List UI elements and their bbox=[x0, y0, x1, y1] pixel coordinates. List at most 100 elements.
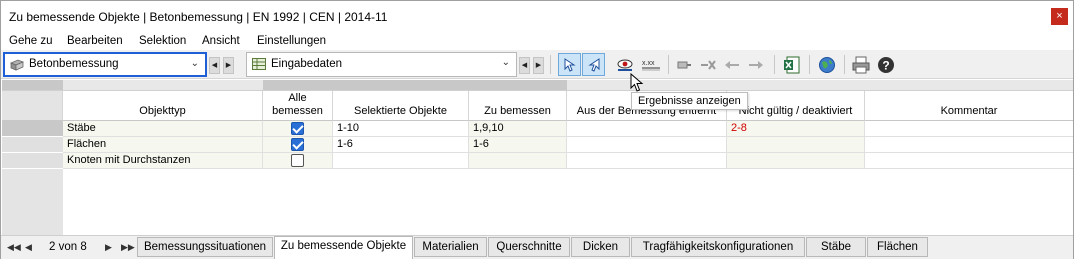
cell-aus-bemessung-entfernt bbox=[567, 121, 727, 137]
mouse-cursor-icon bbox=[630, 73, 644, 92]
tooltip: Ergebnisse anzeigen bbox=[631, 92, 748, 110]
cell-nicht-gueltig: 2-8 bbox=[727, 121, 865, 137]
col-objekttyp: Objekttyp bbox=[63, 91, 263, 121]
tab-materialien[interactable]: Materialien bbox=[414, 237, 487, 257]
close-button[interactable]: × bbox=[1051, 8, 1068, 25]
help-icon: ? bbox=[877, 56, 894, 73]
cell-objekttyp: Stäbe bbox=[63, 121, 263, 137]
col-kommentar: Kommentar bbox=[865, 91, 1073, 121]
first-page-icon[interactable]: ◀◀ bbox=[7, 242, 21, 253]
alle-bemessen-checkbox[interactable] bbox=[291, 154, 304, 167]
cell-aus-bemessung-entfernt bbox=[567, 153, 727, 169]
next-page-icon[interactable]: ▶ bbox=[105, 242, 112, 253]
window-title: Zu bemessende Objekte | Betonbemessung |… bbox=[9, 10, 388, 24]
module-select-value: Betonbemessung bbox=[29, 58, 119, 70]
tab-dicken[interactable]: Dicken bbox=[571, 237, 630, 257]
menu-gehe-zu[interactable]: Gehe zu bbox=[9, 35, 52, 47]
alle-bemessen-checkbox[interactable] bbox=[291, 122, 304, 135]
toolbar-separator bbox=[809, 55, 810, 74]
row-header[interactable] bbox=[2, 153, 63, 169]
tab-staebe[interactable]: Stäbe bbox=[806, 237, 866, 257]
cell-nicht-gueltig bbox=[727, 153, 865, 169]
globe-button[interactable] bbox=[815, 53, 838, 76]
cell-kommentar[interactable] bbox=[865, 121, 1073, 137]
show-results-icon bbox=[617, 59, 632, 71]
svg-text:?: ? bbox=[882, 58, 889, 72]
deselect-objects-icon bbox=[587, 57, 599, 72]
delete-icon bbox=[700, 59, 716, 70]
next-module-button[interactable]: ▶ bbox=[223, 57, 234, 74]
data-select[interactable]: Eingabedaten ⌄ bbox=[246, 52, 517, 77]
export-button[interactable] bbox=[744, 53, 767, 76]
toolbar-separator bbox=[550, 55, 551, 74]
renumber-icon bbox=[677, 61, 691, 68]
toolbar-separator bbox=[668, 55, 669, 74]
print-icon bbox=[852, 56, 869, 73]
module-select[interactable]: Betonbemessung ⌄ bbox=[3, 52, 207, 77]
tab-querschnitte[interactable]: Querschnitte bbox=[488, 237, 570, 257]
tab-bemessungssituationen[interactable]: Bemessungssituationen bbox=[137, 237, 273, 257]
tab-zu-bemessende-objekte[interactable]: Zu bemessende Objekte bbox=[274, 236, 413, 259]
row-header-empty bbox=[2, 169, 63, 235]
cell-selektierte-objekte[interactable] bbox=[333, 153, 469, 169]
objects-table: Objekttyp Alle bemessen Selektierte Obje… bbox=[2, 80, 1073, 235]
page-indicator: 2 von 8 bbox=[49, 241, 87, 253]
cell-zu-bemessen: 1,9,10 bbox=[469, 121, 567, 137]
cell-alle-bemessen bbox=[263, 153, 333, 169]
menu-einstellungen[interactable]: Einstellungen bbox=[257, 35, 326, 47]
renumber-button[interactable] bbox=[672, 53, 695, 76]
next-data-button[interactable]: ▶ bbox=[533, 57, 544, 74]
last-page-icon[interactable]: ▶▶ bbox=[121, 242, 135, 253]
col-alle-bemessen: Alle bemessen bbox=[263, 91, 333, 121]
help-button[interactable]: ? bbox=[874, 53, 897, 76]
delete-button[interactable] bbox=[696, 53, 719, 76]
toolbar-separator bbox=[774, 55, 775, 74]
print-button[interactable] bbox=[849, 53, 872, 76]
excel-icon bbox=[783, 56, 799, 73]
export-icon bbox=[748, 60, 763, 69]
chevron-down-icon: ⌄ bbox=[501, 57, 510, 68]
group-header bbox=[469, 80, 567, 91]
cell-zu-bemessen: 1-6 bbox=[469, 137, 567, 153]
prev-page-icon[interactable]: ◀ bbox=[25, 242, 32, 253]
cell-objekttyp: Flächen bbox=[63, 137, 263, 153]
prev-module-button[interactable]: ◀ bbox=[209, 57, 220, 74]
cell-aus-bemessung-entfernt bbox=[567, 137, 727, 153]
cell-kommentar[interactable] bbox=[865, 137, 1073, 153]
row-header-column bbox=[2, 91, 63, 121]
cell-objekttyp: Knoten mit Durchstanzen bbox=[63, 153, 263, 169]
toolbar-separator bbox=[844, 55, 845, 74]
menu-ansicht[interactable]: Ansicht bbox=[202, 35, 240, 47]
dialog-window: Zu bemessende Objekte | Betonbemessung |… bbox=[0, 0, 1074, 259]
module-icon bbox=[10, 59, 24, 71]
data-select-value: Eingabedaten bbox=[271, 58, 342, 70]
col-selektierte-objekte: Selektierte Objekte bbox=[333, 91, 469, 121]
cell-selektierte-objekte[interactable]: 1-6 bbox=[333, 137, 469, 153]
select-objects-button[interactable] bbox=[558, 53, 581, 76]
import-icon bbox=[724, 60, 739, 69]
tab-flaechen[interactable]: Flächen bbox=[867, 237, 928, 257]
alle-bemessen-checkbox[interactable] bbox=[291, 138, 304, 151]
row-header[interactable] bbox=[2, 121, 63, 137]
menu-bearbeiten[interactable]: Bearbeiten bbox=[67, 35, 123, 47]
cell-alle-bemessen bbox=[263, 137, 333, 153]
menu-bar: Gehe zu Bearbeiten Selektion Ansicht Ein… bbox=[1, 33, 1073, 50]
prev-data-button[interactable]: ◀ bbox=[519, 57, 530, 74]
svg-text:x.xx: x.xx bbox=[642, 60, 655, 67]
group-header bbox=[63, 80, 263, 91]
tab-tragfaehigkeitskonfigurationen[interactable]: Tragfähigkeitskonfigurationen bbox=[631, 237, 805, 257]
cell-kommentar[interactable] bbox=[865, 153, 1073, 169]
corner-header bbox=[2, 80, 63, 91]
menu-selektion[interactable]: Selektion bbox=[139, 35, 186, 47]
row-header[interactable] bbox=[2, 137, 63, 153]
globe-icon bbox=[818, 56, 835, 73]
cell-zu-bemessen bbox=[469, 153, 567, 169]
excel-button[interactable] bbox=[780, 53, 803, 76]
deselect-objects-button[interactable] bbox=[582, 53, 605, 76]
import-button[interactable] bbox=[720, 53, 743, 76]
group-header bbox=[263, 80, 333, 91]
cell-alle-bemessen bbox=[263, 121, 333, 137]
toolbar: Betonbemessung ⌄ ◀ ▶ Eingabedaten ⌄ ◀ ▶ bbox=[1, 50, 1073, 79]
chevron-down-icon: ⌄ bbox=[190, 58, 199, 69]
cell-selektierte-objekte[interactable]: 1-10 bbox=[333, 121, 469, 137]
